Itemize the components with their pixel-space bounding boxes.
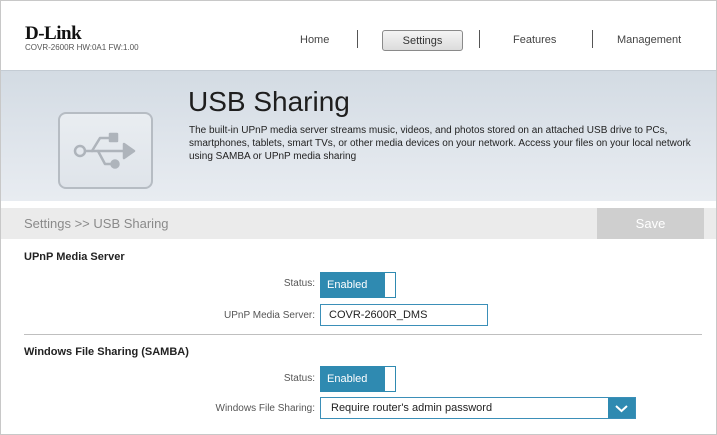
- upnp-status-label: Status:: [283, 278, 315, 289]
- usb-icon-box: [58, 112, 153, 189]
- nav-settings[interactable]: Settings: [382, 30, 463, 51]
- nav-home[interactable]: Home: [300, 34, 329, 46]
- toggle-state: Enabled: [321, 367, 385, 391]
- nav-separator: [592, 30, 593, 48]
- upnp-status-toggle[interactable]: Enabled: [320, 272, 396, 298]
- page-title: USB Sharing: [188, 86, 350, 117]
- samba-section-title: Windows File Sharing (SAMBA): [24, 346, 189, 358]
- upnp-section-title: UPnP Media Server: [24, 251, 125, 263]
- brand-logo: D-Link: [25, 23, 82, 44]
- page-description: The built-in UPnP media server streams m…: [189, 125, 691, 162]
- breadcrumb-bar: Settings >> USB Sharing Save: [1, 208, 716, 239]
- upnp-server-input[interactable]: COVR-2600R_DMS: [320, 304, 488, 326]
- header: D-Link COVR-2600R HW:0A1 FW:1.00 Home Se…: [1, 1, 716, 70]
- section-divider: [24, 334, 702, 335]
- select-value: Require router's admin password: [331, 402, 493, 414]
- upnp-server-label: UPnP Media Server:: [224, 310, 315, 321]
- nav-features[interactable]: Features: [513, 34, 556, 46]
- samba-sharing-select[interactable]: Require router's admin password: [320, 397, 636, 419]
- device-info: COVR-2600R HW:0A1 FW:1.00: [25, 43, 139, 52]
- usb-icon: [73, 132, 136, 169]
- nav-separator: [357, 30, 358, 48]
- save-button[interactable]: Save: [597, 208, 704, 239]
- nav-separator: [479, 30, 480, 48]
- nav-management[interactable]: Management: [617, 34, 681, 46]
- toggle-state: Enabled: [321, 273, 385, 297]
- samba-sharing-label: Windows File Sharing:: [215, 403, 315, 414]
- samba-status-label: Status:: [283, 373, 315, 384]
- breadcrumb: Settings >> USB Sharing: [24, 216, 169, 231]
- page-banner: USB Sharing The built-in UPnP media serv…: [1, 70, 716, 201]
- chevron-down-icon[interactable]: [608, 398, 635, 418]
- samba-status-toggle[interactable]: Enabled: [320, 366, 396, 392]
